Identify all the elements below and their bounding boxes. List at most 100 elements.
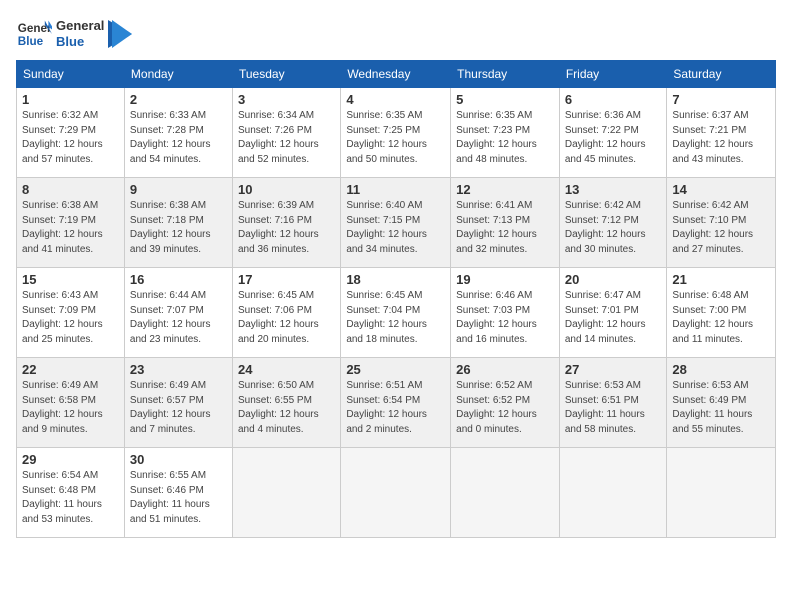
column-header-tuesday: Tuesday: [232, 61, 340, 88]
column-header-saturday: Saturday: [667, 61, 776, 88]
calendar-row: 8 Sunrise: 6:38 AMSunset: 7:19 PMDaylight…: [17, 178, 776, 268]
day-info: Sunrise: 6:37 AMSunset: 7:21 PMDaylight:…: [672, 109, 770, 167]
day-number: 25: [346, 362, 445, 377]
day-number: 18: [346, 272, 445, 287]
day-info: Sunrise: 6:33 AMSunset: 7:28 PMDaylight:…: [130, 109, 227, 167]
calendar-cell: 1 Sunrise: 6:32 AMSunset: 7:29 PMDaylight…: [17, 88, 125, 178]
day-number: 21: [672, 272, 770, 287]
svg-text:General: General: [18, 22, 52, 35]
calendar-cell: 19 Sunrise: 6:46 AMSunset: 7:03 PMDayligh…: [451, 268, 560, 358]
day-info: Sunrise: 6:35 AMSunset: 7:23 PMDaylight:…: [456, 109, 554, 167]
day-number: 1: [22, 92, 119, 107]
calendar-cell: [232, 448, 340, 538]
day-info: Sunrise: 6:46 AMSunset: 7:03 PMDaylight:…: [456, 289, 554, 347]
calendar-row: 29 Sunrise: 6:54 AMSunset: 6:48 PMDayligh…: [17, 448, 776, 538]
day-number: 2: [130, 92, 227, 107]
day-number: 6: [565, 92, 662, 107]
calendar-cell: 23 Sunrise: 6:49 AMSunset: 6:57 PMDayligh…: [124, 358, 232, 448]
calendar-cell: [667, 448, 776, 538]
day-info: Sunrise: 6:53 AMSunset: 6:49 PMDaylight:…: [672, 379, 770, 437]
calendar-cell: 2 Sunrise: 6:33 AMSunset: 7:28 PMDaylight…: [124, 88, 232, 178]
calendar-cell: 20Sunrise: 6:47 AMSunset: 7:01 PMDayligh…: [559, 268, 667, 358]
calendar-cell: [451, 448, 560, 538]
calendar-cell: 29 Sunrise: 6:54 AMSunset: 6:48 PMDayligh…: [17, 448, 125, 538]
calendar-cell: 12Sunrise: 6:41 AMSunset: 7:13 PMDayligh…: [451, 178, 560, 268]
day-info: Sunrise: 6:47 AMSunset: 7:01 PMDaylight:…: [565, 289, 662, 347]
day-number: 3: [238, 92, 335, 107]
logo: General Blue General Blue: [16, 16, 132, 52]
day-number: 12: [456, 182, 554, 197]
day-number: 29: [22, 452, 119, 467]
calendar-cell: 16 Sunrise: 6:44 AMSunset: 7:07 PMDayligh…: [124, 268, 232, 358]
day-info: Sunrise: 6:51 AMSunset: 6:54 PMDaylight:…: [346, 379, 445, 437]
day-number: 26: [456, 362, 554, 377]
logo-icon: General Blue: [16, 16, 52, 52]
day-info: Sunrise: 6:36 AMSunset: 7:22 PMDaylight:…: [565, 109, 662, 167]
logo-general: General: [56, 18, 104, 34]
day-number: 14: [672, 182, 770, 197]
day-info: Sunrise: 6:38 AMSunset: 7:18 PMDaylight:…: [130, 199, 227, 257]
calendar-header-row: SundayMondayTuesdayWednesdayThursdayFrid…: [17, 61, 776, 88]
calendar-cell: 13 Sunrise: 6:42 AMSunset: 7:12 PMDayligh…: [559, 178, 667, 268]
day-number: 8: [22, 182, 119, 197]
day-info: Sunrise: 6:55 AMSunset: 6:46 PMDaylight:…: [130, 469, 227, 527]
calendar-cell: 15Sunrise: 6:43 AMSunset: 7:09 PMDayligh…: [17, 268, 125, 358]
day-info: Sunrise: 6:48 AMSunset: 7:00 PMDaylight:…: [672, 289, 770, 347]
calendar-cell: 9 Sunrise: 6:38 AMSunset: 7:18 PMDaylight…: [124, 178, 232, 268]
day-info: Sunrise: 6:49 AMSunset: 6:58 PMDaylight:…: [22, 379, 119, 437]
calendar-cell: 4Sunrise: 6:35 AMSunset: 7:25 PMDaylight…: [341, 88, 451, 178]
calendar-cell: 8 Sunrise: 6:38 AMSunset: 7:19 PMDaylight…: [17, 178, 125, 268]
calendar-cell: 14 Sunrise: 6:42 AMSunset: 7:10 PMDayligh…: [667, 178, 776, 268]
calendar-cell: 26 Sunrise: 6:52 AMSunset: 6:52 PMDayligh…: [451, 358, 560, 448]
day-number: 27: [565, 362, 662, 377]
calendar-cell: 6 Sunrise: 6:36 AMSunset: 7:22 PMDaylight…: [559, 88, 667, 178]
calendar-cell: 24Sunrise: 6:50 AMSunset: 6:55 PMDayligh…: [232, 358, 340, 448]
day-number: 11: [346, 182, 445, 197]
day-number: 16: [130, 272, 227, 287]
day-info: Sunrise: 6:34 AMSunset: 7:26 PMDaylight:…: [238, 109, 335, 167]
day-info: Sunrise: 6:32 AMSunset: 7:29 PMDaylight:…: [22, 109, 119, 167]
day-info: Sunrise: 6:45 AMSunset: 7:04 PMDaylight:…: [346, 289, 445, 347]
day-info: Sunrise: 6:40 AMSunset: 7:15 PMDaylight:…: [346, 199, 445, 257]
column-header-wednesday: Wednesday: [341, 61, 451, 88]
day-number: 10: [238, 182, 335, 197]
calendar-row: 22 Sunrise: 6:49 AMSunset: 6:58 PMDayligh…: [17, 358, 776, 448]
day-info: Sunrise: 6:42 AMSunset: 7:12 PMDaylight:…: [565, 199, 662, 257]
calendar-cell: 3 Sunrise: 6:34 AMSunset: 7:26 PMDaylight…: [232, 88, 340, 178]
calendar-cell: 25 Sunrise: 6:51 AMSunset: 6:54 PMDayligh…: [341, 358, 451, 448]
column-header-monday: Monday: [124, 61, 232, 88]
calendar-cell: 10 Sunrise: 6:39 AMSunset: 7:16 PMDayligh…: [232, 178, 340, 268]
day-info: Sunrise: 6:44 AMSunset: 7:07 PMDaylight:…: [130, 289, 227, 347]
day-number: 15: [22, 272, 119, 287]
day-number: 13: [565, 182, 662, 197]
day-info: Sunrise: 6:39 AMSunset: 7:16 PMDaylight:…: [238, 199, 335, 257]
calendar-cell: 5Sunrise: 6:35 AMSunset: 7:23 PMDaylight…: [451, 88, 560, 178]
calendar-cell: 21 Sunrise: 6:48 AMSunset: 7:00 PMDayligh…: [667, 268, 776, 358]
day-info: Sunrise: 6:49 AMSunset: 6:57 PMDaylight:…: [130, 379, 227, 437]
day-number: 4: [346, 92, 445, 107]
page-header: General Blue General Blue: [16, 16, 776, 52]
day-number: 17: [238, 272, 335, 287]
calendar-cell: 17 Sunrise: 6:45 AMSunset: 7:06 PMDayligh…: [232, 268, 340, 358]
column-header-sunday: Sunday: [17, 61, 125, 88]
day-info: Sunrise: 6:45 AMSunset: 7:06 PMDaylight:…: [238, 289, 335, 347]
calendar-cell: 7Sunrise: 6:37 AMSunset: 7:21 PMDaylight…: [667, 88, 776, 178]
day-number: 19: [456, 272, 554, 287]
day-number: 9: [130, 182, 227, 197]
calendar-cell: 30 Sunrise: 6:55 AMSunset: 6:46 PMDayligh…: [124, 448, 232, 538]
day-number: 30: [130, 452, 227, 467]
day-info: Sunrise: 6:38 AMSunset: 7:19 PMDaylight:…: [22, 199, 119, 257]
day-info: Sunrise: 6:42 AMSunset: 7:10 PMDaylight:…: [672, 199, 770, 257]
logo-blue: Blue: [56, 34, 104, 50]
calendar-row: 15Sunrise: 6:43 AMSunset: 7:09 PMDayligh…: [17, 268, 776, 358]
day-info: Sunrise: 6:52 AMSunset: 6:52 PMDaylight:…: [456, 379, 554, 437]
day-info: Sunrise: 6:54 AMSunset: 6:48 PMDaylight:…: [22, 469, 119, 527]
day-number: 23: [130, 362, 227, 377]
day-number: 24: [238, 362, 335, 377]
calendar-row: 1 Sunrise: 6:32 AMSunset: 7:29 PMDaylight…: [17, 88, 776, 178]
calendar-cell: 11 Sunrise: 6:40 AMSunset: 7:15 PMDayligh…: [341, 178, 451, 268]
calendar-cell: [341, 448, 451, 538]
svg-text:Blue: Blue: [18, 35, 44, 48]
calendar-table: SundayMondayTuesdayWednesdayThursdayFrid…: [16, 60, 776, 538]
day-number: 22: [22, 362, 119, 377]
